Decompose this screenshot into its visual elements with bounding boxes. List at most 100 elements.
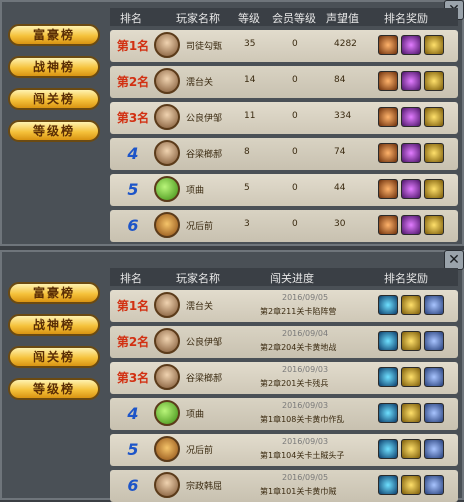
reward-item-icon[interactable] <box>401 295 421 315</box>
table-header: 排名 玩家名称 闯关进度 排名奖励 <box>110 268 458 286</box>
table-row[interactable]: 5 况后前 2016/09/03 第1章104关卡土賊头子 <box>110 434 458 466</box>
reward-item-icon[interactable] <box>401 107 421 127</box>
tab-rich[interactable]: 富豪榜 <box>8 282 100 304</box>
reward-item-icon[interactable] <box>424 295 444 315</box>
tab-stage[interactable]: 闯关榜 <box>8 88 100 110</box>
header-player-name: 玩家名称 <box>176 12 220 25</box>
rank-label: 第2名 <box>116 335 150 349</box>
header-rank: 排名 <box>120 12 142 25</box>
player-name: 谷梁榔郝 <box>186 374 223 384</box>
reward-item-icon[interactable] <box>401 439 421 459</box>
reward-item-icon[interactable] <box>378 475 398 495</box>
player-avatar <box>154 364 180 390</box>
reward-items <box>378 71 447 95</box>
tab-war-god[interactable]: 战神榜 <box>8 314 100 336</box>
table-row[interactable]: 第2名 濡台关 14 0 84 <box>110 66 458 98</box>
player-level: 14 <box>244 75 256 85</box>
reward-item-icon[interactable] <box>401 475 421 495</box>
table-row[interactable]: 第1名 濡台关 2016/09/05 第2章211关卡陷阵营 <box>110 290 458 322</box>
reward-item-icon[interactable] <box>378 295 398 315</box>
tab-level[interactable]: 等级榜 <box>8 120 100 142</box>
reward-item-icon[interactable] <box>401 367 421 387</box>
reward-item-icon[interactable] <box>401 71 421 91</box>
tab-stage[interactable]: 闯关榜 <box>8 346 100 368</box>
header-rank: 排名 <box>120 272 142 285</box>
reward-item-icon[interactable] <box>424 439 444 459</box>
progress-date: 2016/09/03 <box>282 401 329 410</box>
reward-item-icon[interactable] <box>424 215 444 235</box>
reward-item-icon[interactable] <box>378 331 398 351</box>
player-avatar <box>154 68 180 94</box>
reward-items <box>378 367 447 391</box>
progress-date: 2016/09/03 <box>282 437 329 446</box>
tab-rich[interactable]: 富豪榜 <box>8 24 100 46</box>
reward-item-icon[interactable] <box>401 403 421 423</box>
table-row[interactable]: 5 项曲 5 0 44 <box>110 174 458 206</box>
reward-item-icon[interactable] <box>424 107 444 127</box>
table-row[interactable]: 4 谷梁榔郝 8 0 74 <box>110 138 458 170</box>
vip-level: 0 <box>292 39 298 49</box>
tab-war-god[interactable]: 战神榜 <box>8 56 100 78</box>
table-row[interactable]: 6 宗政韩屈 2016/09/05 第1章101关卡黄巾贼 <box>110 470 458 502</box>
reward-item-icon[interactable] <box>378 107 398 127</box>
tab-list: 富豪榜 战神榜 闯关榜 等级榜 <box>8 24 104 152</box>
reward-item-icon[interactable] <box>378 215 398 235</box>
stage-progress: 第2章204关卡黄地战 <box>260 343 337 352</box>
reward-item-icon[interactable] <box>424 331 444 351</box>
reward-item-icon[interactable] <box>424 475 444 495</box>
table-row[interactable]: 4 项曲 2016/09/03 第1章108关卡黄巾作乱 <box>110 398 458 430</box>
fame-value: 4282 <box>334 39 357 49</box>
progress-date: 2016/09/05 <box>282 293 329 302</box>
reward-items <box>378 331 447 355</box>
reward-items <box>378 179 447 203</box>
tab-level[interactable]: 等级榜 <box>8 378 100 400</box>
rank-label: 第1名 <box>116 299 150 313</box>
fame-value: 84 <box>334 75 346 85</box>
reward-item-icon[interactable] <box>401 215 421 235</box>
table-row[interactable]: 第3名 公良伊邹 11 0 334 <box>110 102 458 134</box>
vip-level: 0 <box>292 183 298 193</box>
header-stage-progress: 闯关进度 <box>270 272 314 285</box>
rank-label: 第2名 <box>116 75 150 89</box>
reward-item-icon[interactable] <box>401 331 421 351</box>
reward-item-icon[interactable] <box>378 179 398 199</box>
rank-label: 第3名 <box>116 371 150 385</box>
reward-item-icon[interactable] <box>378 403 398 423</box>
reward-item-icon[interactable] <box>424 403 444 423</box>
reward-item-icon[interactable] <box>378 367 398 387</box>
player-name: 况后前 <box>186 222 214 232</box>
table-row[interactable]: 第3名 谷梁榔郝 2016/09/03 第2章201关卡残兵 <box>110 362 458 394</box>
reward-item-icon[interactable] <box>378 71 398 91</box>
player-name: 公良伊邹 <box>186 338 223 348</box>
table-row[interactable]: 第1名 司徒勾甄 35 0 4282 <box>110 30 458 62</box>
rank-label: 6 <box>127 476 139 495</box>
rank-label: 4 <box>127 404 139 423</box>
reward-item-icon[interactable] <box>378 439 398 459</box>
reward-item-icon[interactable] <box>401 35 421 55</box>
reward-item-icon[interactable] <box>424 143 444 163</box>
fame-value: 334 <box>334 111 352 121</box>
close-icon[interactable]: ✕ <box>444 250 464 270</box>
header-player-name: 玩家名称 <box>176 272 220 285</box>
reward-item-icon[interactable] <box>424 71 444 91</box>
reward-item-icon[interactable] <box>401 179 421 199</box>
reward-item-icon[interactable] <box>424 35 444 55</box>
player-level: 3 <box>244 219 250 229</box>
player-level: 11 <box>244 111 256 121</box>
reward-item-icon[interactable] <box>401 143 421 163</box>
reward-items <box>378 295 447 319</box>
stage-progress: 第1章101关卡黄巾贼 <box>260 487 337 496</box>
ranking-table: 排名 玩家名称 闯关进度 排名奖励 第1名 濡台关 2016/09/05 第2章211… <box>110 268 458 502</box>
reward-items <box>378 215 447 239</box>
table-row[interactable]: 6 况后前 3 0 30 <box>110 210 458 242</box>
vip-level: 0 <box>292 111 298 121</box>
table-row[interactable]: 第2名 公良伊邹 2016/09/04 第2章204关卡黄地战 <box>110 326 458 358</box>
stage-progress: 第1章108关卡黄巾作乱 <box>260 415 345 424</box>
reward-item-icon[interactable] <box>378 143 398 163</box>
reward-item-icon[interactable] <box>424 367 444 387</box>
reward-item-icon[interactable] <box>378 35 398 55</box>
player-level: 35 <box>244 39 256 49</box>
player-name: 项曲 <box>186 186 205 196</box>
reward-items <box>378 439 447 463</box>
reward-item-icon[interactable] <box>424 179 444 199</box>
